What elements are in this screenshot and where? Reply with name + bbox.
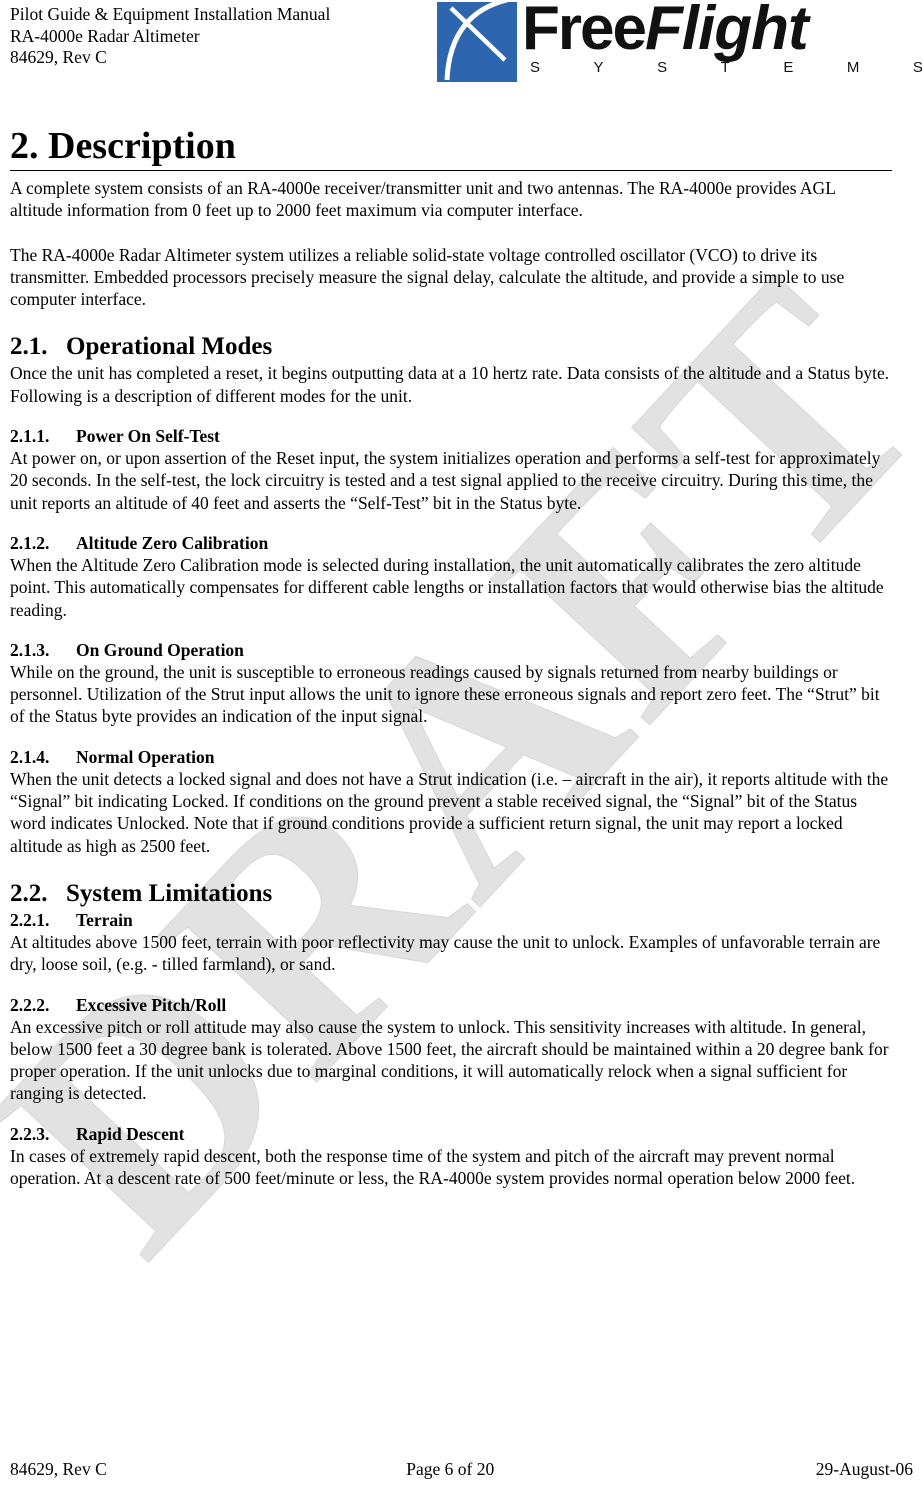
- section-number-2-1-2: 2.1.2.: [10, 532, 50, 553]
- section-2-1-2-paragraph-1: When the Altitude Zero Calibration mode …: [10, 554, 884, 620]
- section-2-1-paragraph-1: Once the unit has completed a reset, it …: [10, 363, 890, 406]
- logo-tagline-systems: S Y S T E M S: [530, 60, 923, 76]
- section-heading-2-1-2: 2.1.2. Altitude Zero Calibration: [10, 532, 892, 554]
- logo-tagline-letter: M: [846, 59, 860, 76]
- section-2-1-1-paragraph-1: At power on, or upon assertion of the Re…: [10, 448, 881, 513]
- section-number-2-2: 2.2.: [10, 879, 48, 907]
- section-title-2-2-2: Excessive Pitch/Roll: [76, 994, 227, 1015]
- logo-tagline-letter: S: [912, 59, 923, 76]
- header-line-manual-title: Pilot Guide & Equipment Installation Man…: [10, 4, 331, 24]
- section-number-2-1-3: 2.1.3.: [10, 639, 50, 660]
- section-2-2-1-paragraph-1: At altitudes above 1500 feet, terrain wi…: [10, 931, 881, 975]
- logo-word-flight: Flight: [644, 0, 809, 63]
- section-number-2-1: 2.1.: [10, 333, 48, 361]
- section-heading-2: 2. Description: [10, 124, 892, 171]
- section-heading-2-1: 2.1. Operational Modes: [10, 332, 892, 362]
- header-line-product: RA-4000e Radar Altimeter: [10, 25, 200, 46]
- section-heading-2-1-3: 2.1.3. On Ground Operation: [10, 639, 892, 661]
- logo-tagline-letter: Y: [593, 59, 604, 76]
- page-content: Pilot Guide & Equipment Installation Man…: [0, 0, 923, 1500]
- section-heading-2-1-4: 2.1.4. Normal Operation: [10, 746, 892, 768]
- section-2-1-3-paragraph-1: While on the ground, the unit is suscept…: [10, 661, 880, 727]
- logo-tagline-letter: S: [657, 59, 668, 76]
- header-line-docnumber: 84629, Rev C: [10, 47, 107, 67]
- section-2-2-2-paragraph-1: An excessive pitch or roll attitude may …: [10, 1016, 889, 1104]
- logo-tagline-letter: T: [720, 59, 730, 76]
- section-number-2-2-1: 2.2.1.: [10, 909, 50, 930]
- page-header: Pilot Guide & Equipment Installation Man…: [0, 0, 923, 96]
- footer-date: 29-August-06: [815, 1459, 913, 1479]
- section-heading-2-1-1: 2.1.1. Power On Self-Test: [10, 425, 892, 447]
- section-title-2-1-3: On Ground Operation: [76, 639, 244, 660]
- footer-document-number: 84629, Rev C: [10, 1459, 107, 1479]
- section-heading-2-2: 2.2. System Limitations: [10, 879, 892, 909]
- page-footer: 84629, Rev C Page 6 of 20 29-August-06: [10, 1458, 913, 1480]
- section-heading-2-2-1: 2.2.1. Terrain: [10, 909, 892, 931]
- section-title-2-1-1: Power On Self-Test: [76, 426, 220, 447]
- section-title-2-2: System Limitations: [66, 879, 273, 907]
- section-heading-2-2-3: 2.2.3. Rapid Descent: [10, 1123, 892, 1145]
- section-title-2-2-3: Rapid Descent: [76, 1123, 185, 1144]
- section-2-1-4-paragraph-1: When the unit detects a locked signal an…: [10, 768, 889, 856]
- page-body: 2. Description A complete system consist…: [10, 124, 892, 1189]
- logo-word-free: Free: [522, 0, 647, 63]
- section-title-2-2-1: Terrain: [76, 909, 133, 930]
- section-number-2-1-1: 2.1.1.: [10, 426, 50, 447]
- logo-tagline-letter: E: [783, 59, 794, 76]
- freeflight-systems-logo: FreeFlight S Y S T E M S: [437, 0, 923, 84]
- document-page: DRAFT Pilot Guide & Equipment Installati…: [0, 0, 923, 1500]
- section-heading-2-2-2: 2.2.2. Excessive Pitch/Roll: [10, 994, 892, 1016]
- section-number-2-2-3: 2.2.3.: [10, 1123, 50, 1144]
- logo-tagline-letter: S: [530, 59, 541, 76]
- header-title-block: Pilot Guide & Equipment Installation Man…: [10, 4, 330, 69]
- section-2-paragraph-2: The RA-4000e Radar Altimeter system util…: [10, 244, 845, 310]
- section-number-2-2-2: 2.2.2.: [10, 994, 50, 1015]
- section-2-paragraph-1: A complete system consists of an RA-4000…: [10, 178, 836, 221]
- section-2-2-3-paragraph-1: In cases of extremely rapid descent, bot…: [10, 1145, 856, 1189]
- freeflight-logo-mark-icon: [437, 2, 517, 82]
- section-title-2-1-4: Normal Operation: [76, 746, 215, 767]
- section-title-2-1-2: Altitude Zero Calibration: [76, 532, 269, 553]
- footer-page-number: Page 6 of 20: [406, 1459, 495, 1479]
- section-number-2-1-4: 2.1.4.: [10, 746, 50, 767]
- section-title-2-1: Operational Modes: [66, 333, 273, 361]
- logo-wordmark: FreeFlight: [522, 0, 809, 63]
